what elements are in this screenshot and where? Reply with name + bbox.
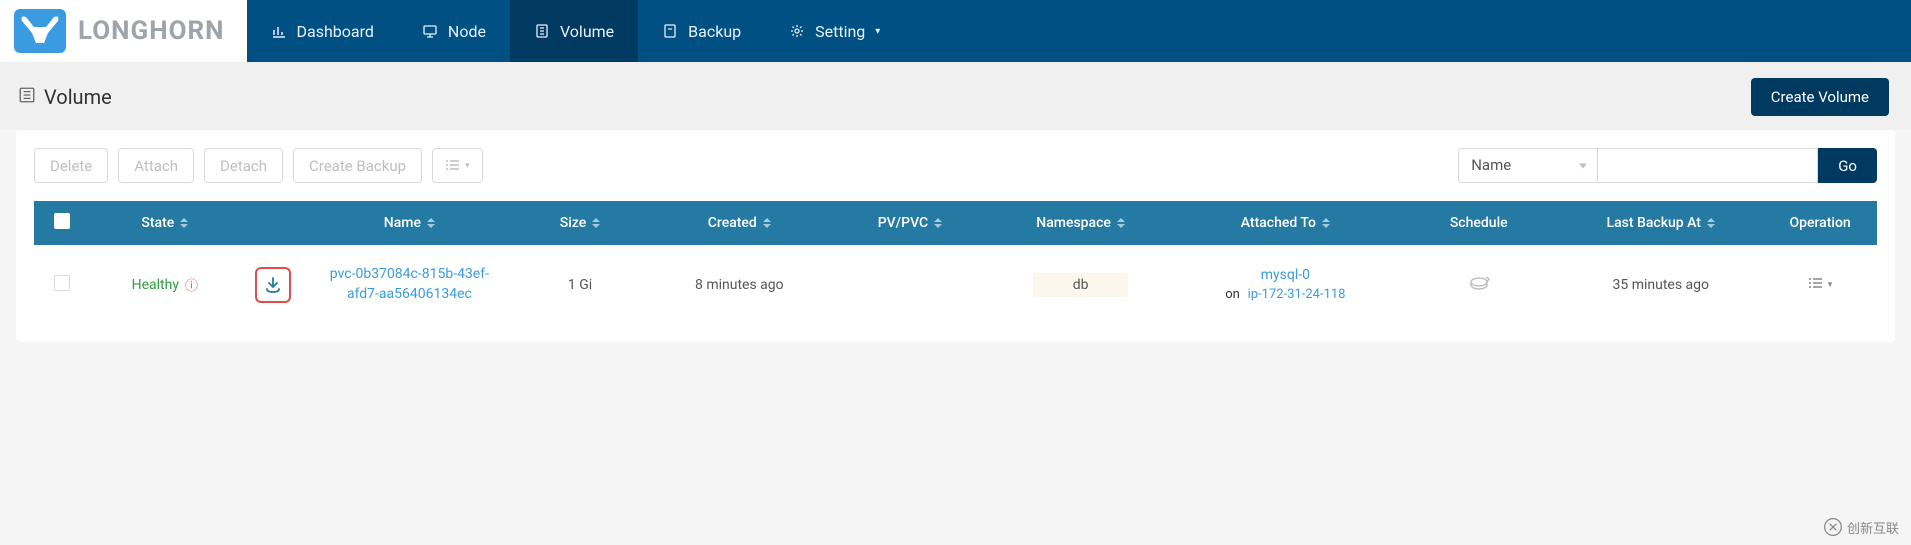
filter-field-select[interactable]: Name bbox=[1458, 148, 1598, 183]
attach-button[interactable]: Attach bbox=[118, 148, 194, 183]
table-row: Healthy ⓘ pvc-0b37084c-815b-43ef-afd7-aa… bbox=[34, 245, 1877, 324]
row-checkbox[interactable] bbox=[54, 275, 70, 291]
col-namespace[interactable]: Namespace bbox=[990, 201, 1172, 245]
bar-chart-icon bbox=[271, 23, 287, 39]
table-header: State Name Size Created PV/PVC Namespace… bbox=[34, 201, 1877, 245]
warning-icon[interactable]: ⓘ bbox=[185, 275, 198, 294]
col-name[interactable]: Name bbox=[307, 201, 512, 245]
size-cell: 1 Gi bbox=[512, 245, 649, 324]
last-backup-cell: 35 minutes ago bbox=[1558, 245, 1763, 324]
attached-host[interactable]: on ip-172-31-24-118 bbox=[1180, 287, 1392, 302]
filter-value-input[interactable] bbox=[1598, 148, 1818, 183]
chevron-down-icon: ▾ bbox=[465, 161, 470, 171]
watermark-text: 创新互联 bbox=[1847, 518, 1899, 537]
nav-dashboard[interactable]: Dashboard bbox=[247, 0, 398, 62]
attached-pod-link[interactable]: mysql-0 bbox=[1180, 267, 1392, 283]
gear-icon bbox=[789, 23, 805, 39]
nav-dashboard-label: Dashboard bbox=[297, 22, 374, 41]
state-badge: Healthy ⓘ bbox=[132, 275, 198, 294]
sort-icon bbox=[763, 218, 771, 228]
page-title-text: Volume bbox=[44, 85, 112, 109]
delete-button[interactable]: Delete bbox=[34, 148, 108, 183]
nav-backup[interactable]: Backup bbox=[638, 0, 765, 62]
bulk-actions-dropdown[interactable]: ▾ bbox=[432, 148, 483, 183]
sort-icon bbox=[1707, 218, 1715, 228]
nav-volume-label: Volume bbox=[560, 22, 614, 41]
volume-table: State Name Size Created PV/PVC Namespace… bbox=[34, 201, 1877, 324]
page-header: Volume Create Volume bbox=[0, 62, 1911, 130]
nav-setting[interactable]: Setting ▾ bbox=[765, 0, 904, 62]
nav-backup-label: Backup bbox=[688, 22, 741, 41]
col-size[interactable]: Size bbox=[512, 201, 649, 245]
nav-volume[interactable]: Volume bbox=[510, 0, 638, 62]
sort-icon bbox=[592, 218, 600, 228]
create-volume-button[interactable]: Create Volume bbox=[1751, 78, 1889, 116]
col-attached-to[interactable]: Attached To bbox=[1172, 201, 1400, 245]
filter-field-value: Name bbox=[1471, 156, 1511, 174]
top-nav: LONGHORN Dashboard Node Volume Backup Se… bbox=[0, 0, 1911, 62]
pvpvc-cell bbox=[830, 245, 989, 324]
schedule-icon[interactable] bbox=[1466, 276, 1492, 301]
logo-block[interactable]: LONGHORN bbox=[0, 0, 247, 62]
nav-setting-label: Setting bbox=[815, 22, 865, 41]
toolbar: Delete Attach Detach Create Backup ▾ Nam… bbox=[34, 148, 1877, 183]
nav-node[interactable]: Node bbox=[398, 0, 510, 62]
sort-icon bbox=[1117, 218, 1125, 228]
sort-icon bbox=[934, 218, 942, 228]
col-created[interactable]: Created bbox=[648, 201, 830, 245]
nav-node-label: Node bbox=[448, 22, 486, 41]
state-text: Healthy bbox=[132, 277, 179, 293]
row-operations-menu[interactable]: ▾ bbox=[1808, 277, 1833, 293]
list-icon bbox=[18, 85, 36, 109]
col-last-backup[interactable]: Last Backup At bbox=[1558, 201, 1763, 245]
content-card: Delete Attach Detach Create Backup ▾ Nam… bbox=[16, 130, 1895, 342]
monitor-icon bbox=[422, 23, 438, 39]
volume-icon bbox=[534, 23, 550, 39]
col-pvpvc[interactable]: PV/PVC bbox=[830, 201, 989, 245]
toolbar-right: Name Go bbox=[1458, 148, 1877, 183]
col-schedule: Schedule bbox=[1399, 201, 1558, 245]
select-all-checkbox[interactable] bbox=[54, 213, 70, 229]
col-operation: Operation bbox=[1763, 201, 1877, 245]
page-title: Volume bbox=[18, 85, 112, 109]
brand-name: LONGHORN bbox=[78, 16, 225, 46]
detach-button[interactable]: Detach bbox=[204, 148, 283, 183]
list-lines-icon bbox=[1808, 277, 1824, 293]
download-icon[interactable] bbox=[255, 267, 291, 303]
col-state[interactable]: State bbox=[91, 201, 239, 245]
volume-name-link[interactable]: pvc-0b37084c-815b-43ef-afd7-aa56406134ec bbox=[330, 266, 489, 302]
created-cell: 8 minutes ago bbox=[648, 245, 830, 324]
sort-icon bbox=[427, 218, 435, 228]
toolbar-left: Delete Attach Detach Create Backup ▾ bbox=[34, 148, 483, 183]
create-backup-button[interactable]: Create Backup bbox=[293, 148, 422, 183]
sort-icon bbox=[1322, 218, 1330, 228]
chevron-down-icon: ▾ bbox=[1828, 280, 1833, 290]
watermark: 创新互联 bbox=[1823, 517, 1899, 537]
longhorn-logo-icon bbox=[14, 9, 66, 53]
sort-icon bbox=[180, 218, 188, 228]
go-button[interactable]: Go bbox=[1818, 148, 1877, 183]
backup-icon bbox=[662, 23, 678, 39]
namespace-tag: db bbox=[1033, 273, 1129, 297]
chevron-down-icon: ▾ bbox=[875, 26, 880, 37]
nav-items: Dashboard Node Volume Backup Setting ▾ bbox=[247, 0, 905, 62]
list-lines-icon bbox=[445, 156, 461, 175]
